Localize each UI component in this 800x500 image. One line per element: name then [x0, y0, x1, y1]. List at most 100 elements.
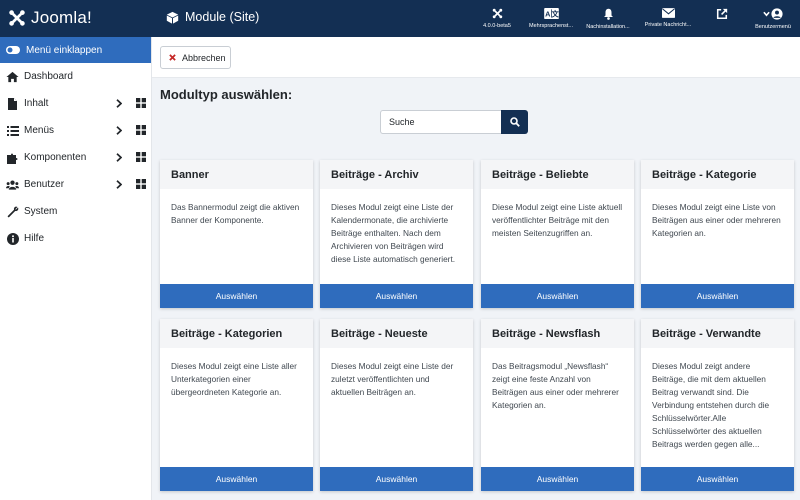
module-card: Banner Das Bannermodul zeigt die aktiven… [160, 160, 313, 308]
chevron-right-icon[interactable] [116, 180, 122, 189]
sidebar-item-label: Inhalt [24, 98, 49, 109]
header-user-menu[interactable]: Benutzermenü [746, 0, 800, 37]
header-postinstall[interactable]: Nachinstallation... [578, 0, 638, 37]
module-card-title: Beiträge - Newsflash [481, 319, 634, 348]
select-module-button[interactable]: Auswählen [160, 467, 313, 491]
module-card-description: Das Beitragsmodul „Newsflash“ zeigt eine… [492, 361, 619, 410]
chevron-right-icon[interactable] [116, 99, 122, 108]
chevron-right-icon[interactable] [116, 153, 122, 162]
module-card-title: Beiträge - Verwandte [641, 319, 794, 348]
menu-collapse-label: Menü einklappen [26, 44, 103, 56]
select-module-button[interactable]: Auswählen [320, 284, 473, 308]
header-view-site[interactable] [698, 0, 746, 37]
header-multilingual-label: Mehrsprachenst... [528, 23, 574, 29]
joomla-logo[interactable]: Joomla! [8, 8, 92, 28]
select-module-button[interactable]: Auswählen [641, 467, 794, 491]
module-card: Beiträge - Verwandte Dieses Modul zeigt … [641, 319, 794, 491]
sidebar-item-users[interactable]: Benutzer [0, 171, 151, 198]
sidebar-item-label: Hilfe [24, 233, 45, 244]
joomla-icon [492, 8, 502, 19]
search-bar [380, 110, 528, 134]
select-module-button[interactable]: Auswählen [160, 284, 313, 308]
module-card-description: Dieses Modul zeigt eine Liste der zuletz… [331, 361, 454, 397]
joomla-logo-icon [9, 10, 25, 26]
module-card: Beiträge - Neueste Dieses Modul zeigt ei… [320, 319, 473, 491]
header-user-menu-label: Benutzermenü [755, 24, 791, 30]
header-postinstall-label: Nachinstallation... [586, 24, 630, 30]
cancel-button-label: Abbrechen [182, 52, 226, 63]
dashboard-grid-icon[interactable] [136, 125, 146, 135]
brand-name: Joomla! [31, 8, 92, 27]
menu-collapse-toggle[interactable]: Menü einklappen [0, 37, 151, 63]
module-card: Beiträge - Beliebte Diese Modul zeigt ei… [481, 160, 634, 308]
header-messages-label: Private Nachricht... [644, 22, 692, 28]
module-card-description: Diese Modul zeigt eine Liste aktuell ver… [492, 202, 623, 238]
info-icon [6, 232, 19, 245]
chevron-down-icon [763, 11, 770, 17]
sidebar-item-label: Komponenten [24, 152, 87, 163]
svg-text:A: A [545, 9, 551, 18]
module-card: Beiträge - Newsflash Das Beitragsmodul „… [481, 319, 634, 491]
home-icon [6, 70, 19, 83]
header-version-label: 4.0.0-beta5 [483, 23, 511, 29]
module-card: Beiträge - Kategorien Dieses Modul zeigt… [160, 319, 313, 491]
cancel-button[interactable]: Abbrechen [160, 46, 231, 69]
select-module-button[interactable]: Auswählen [481, 284, 634, 308]
module-card-description: Dieses Modul zeigt eine Liste aller Unte… [171, 361, 297, 397]
page-title-text: Module (Site) [185, 10, 260, 24]
close-icon [169, 54, 176, 61]
search-button[interactable] [501, 110, 528, 134]
language-icon: A 文 [543, 8, 559, 19]
module-card-description: Dieses Modul zeigt eine Liste der Kalend… [331, 202, 456, 264]
header-messages[interactable]: Private Nachricht... [638, 0, 698, 37]
sidebar: Menü einklappen Dashboard Inhalt Menüs K… [0, 37, 152, 500]
page-title: Module (Site) [166, 10, 259, 24]
sidebar-item-menus[interactable]: Menüs [0, 117, 151, 144]
sidebar-item-dashboard[interactable]: Dashboard [0, 63, 151, 90]
sidebar-item-label: Benutzer [24, 179, 65, 190]
module-card: Beiträge - Archiv Dieses Modul zeigt ein… [320, 160, 473, 308]
sidebar-item-system[interactable]: System [0, 198, 151, 225]
select-module-button[interactable]: Auswählen [641, 284, 794, 308]
users-icon [6, 178, 19, 191]
list-icon [6, 124, 19, 137]
sidebar-item-label: System [24, 206, 58, 217]
sidebar-item-help[interactable]: Hilfe [0, 225, 151, 252]
external-link-icon [716, 8, 728, 20]
top-header: Joomla! Module (Site) 4.0.0-beta5 A 文 Me… [0, 0, 800, 37]
header-version[interactable]: 4.0.0-beta5 [470, 0, 524, 37]
puzzle-icon [6, 151, 19, 164]
sidebar-item-content[interactable]: Inhalt [0, 90, 151, 117]
module-card-title: Beiträge - Archiv [320, 160, 473, 189]
toolbar: Abbrechen [152, 37, 800, 78]
module-card-title: Beiträge - Kategorien [160, 319, 313, 348]
module-card-title: Banner [160, 160, 313, 189]
search-icon [509, 117, 520, 127]
search-input[interactable] [380, 110, 501, 134]
page-heading: Modultyp auswählen: [160, 87, 293, 102]
module-card-description: Dieses Modul zeigt andere Beiträge, die … [652, 361, 770, 449]
module-card-description: Das Bannermodul zeigt die aktiven Banner… [171, 202, 300, 225]
dashboard-grid-icon[interactable] [136, 98, 146, 108]
module-card-title: Beiträge - Neueste [320, 319, 473, 348]
module-card-title: Beiträge - Beliebte [481, 160, 634, 189]
module-card-title: Beiträge - Kategorie [641, 160, 794, 189]
header-multilingual[interactable]: A 文 Mehrsprachenst... [524, 0, 578, 37]
select-module-button[interactable]: Auswählen [320, 467, 473, 491]
user-icon [771, 8, 783, 20]
envelope-icon [661, 8, 675, 18]
chevron-right-icon[interactable] [116, 126, 122, 135]
module-card-description: Dieses Modul zeigt eine Liste von Beiträ… [652, 202, 781, 238]
sidebar-item-components[interactable]: Komponenten [0, 144, 151, 171]
file-icon [6, 97, 19, 110]
cube-icon [166, 11, 179, 24]
dashboard-grid-icon[interactable] [136, 179, 146, 189]
wrench-icon [6, 205, 19, 218]
sidebar-item-label: Dashboard [24, 71, 73, 82]
dashboard-grid-icon[interactable] [136, 152, 146, 162]
toggle-icon [6, 46, 20, 54]
select-module-button[interactable]: Auswählen [481, 467, 634, 491]
sidebar-item-label: Menüs [24, 125, 55, 136]
bell-icon [603, 8, 613, 20]
module-card: Beiträge - Kategorie Dieses Modul zeigt … [641, 160, 794, 308]
